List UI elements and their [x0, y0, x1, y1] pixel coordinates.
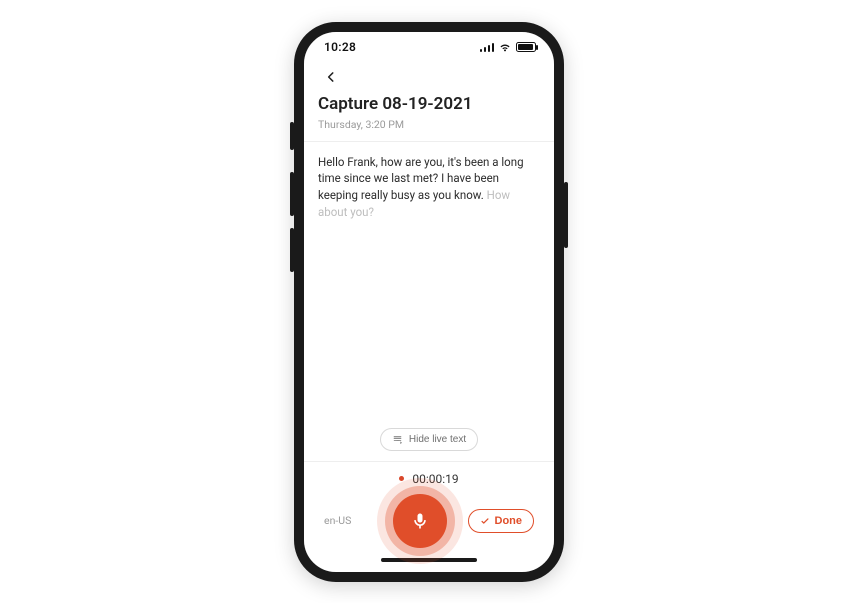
page-subtitle: Thursday, 3:20 PM	[318, 118, 540, 131]
nav-bar	[304, 62, 554, 90]
title-block: Capture 08-19-2021 Thursday, 3:20 PM	[304, 90, 554, 142]
record-button[interactable]	[393, 494, 447, 548]
status-indicators	[480, 41, 540, 52]
live-text-icon	[392, 434, 403, 445]
done-label: Done	[495, 515, 523, 527]
timer-row: 00:00:19	[304, 462, 554, 492]
volume-up-button	[290, 172, 294, 216]
silent-switch	[290, 122, 294, 150]
page-title: Capture 08-19-2021	[318, 94, 540, 115]
clock: 10:28	[318, 40, 356, 54]
check-icon	[480, 516, 490, 526]
microphone-icon	[410, 511, 430, 531]
recording-indicator-dot	[399, 476, 404, 481]
done-button[interactable]: Done	[468, 509, 535, 533]
hide-live-text-label: Hide live text	[409, 434, 466, 445]
volume-down-button	[290, 228, 294, 272]
chevron-left-icon	[324, 70, 338, 84]
status-bar: 10:28	[304, 32, 554, 62]
controls-row: en-US Done	[304, 492, 554, 554]
hide-live-text-button[interactable]: Hide live text	[380, 428, 478, 451]
power-button	[564, 182, 568, 248]
home-indicator[interactable]	[304, 554, 554, 572]
screen: 10:28 Capture 08-19-2021 Thursday, 3:20 …	[304, 32, 554, 572]
transcript-area: Hello Frank, how are you, it's been a lo…	[304, 142, 554, 428]
cellular-signal-icon	[480, 42, 494, 52]
battery-icon	[516, 42, 536, 52]
live-text-row: Hide live text	[304, 428, 554, 461]
phone-frame: 10:28 Capture 08-19-2021 Thursday, 3:20 …	[294, 22, 564, 582]
wifi-icon	[498, 41, 512, 52]
stage: 10:28 Capture 08-19-2021 Thursday, 3:20 …	[0, 0, 858, 603]
timer-value: 00:00:19	[412, 472, 458, 486]
language-label[interactable]: en-US	[324, 514, 372, 527]
back-button[interactable]	[318, 64, 344, 90]
